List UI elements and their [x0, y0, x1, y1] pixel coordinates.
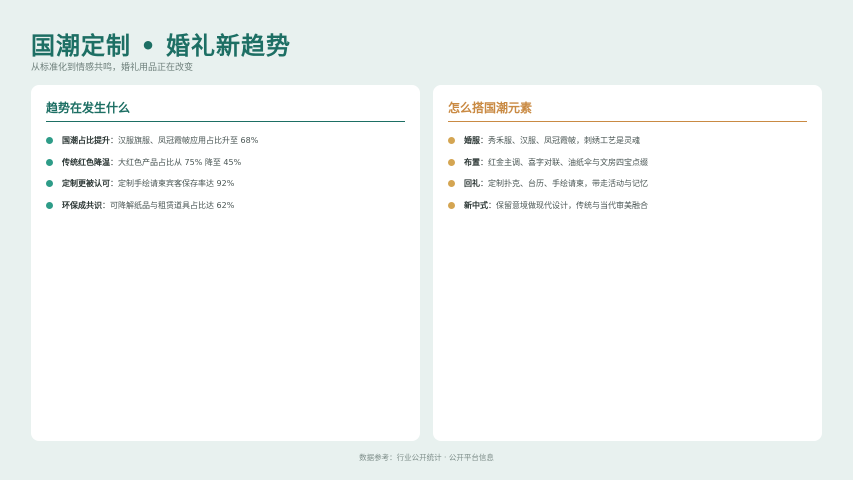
item-label: 定制更被认可: [62, 179, 110, 189]
list-item: 新中式： 保留意境做现代设计，传统与当代审美融合: [448, 195, 812, 217]
item-label: 新中式: [464, 200, 488, 210]
bullet-dot-icon: [448, 201, 455, 209]
bullet-dot-icon: [46, 158, 53, 166]
bullet-dot-icon: [448, 137, 455, 145]
elements-card-title: 怎么搭国潮元素: [448, 101, 533, 115]
item-label: 婚服: [464, 136, 480, 146]
list-item: 回礼： 定制扑克、台历、手绘请柬，带走活动与记忆: [448, 173, 812, 195]
item-text: 汉服旗服、凤冠霞帔应用占比升至 68%: [118, 136, 259, 146]
item-label: 传统红色降温: [62, 157, 110, 167]
trends-card: 趋势在发生什么 国潮占比提升： 汉服旗服、凤冠霞帔应用占比升至 68% 传统红色…: [31, 85, 420, 441]
bullet-dot-icon: [448, 158, 455, 166]
page-title: 国潮定制 • 婚礼新趋势: [31, 32, 292, 60]
source-footnote: 数据参考：行业公开统计 · 公开平台信息: [359, 453, 494, 462]
item-label: 回礼: [464, 179, 480, 189]
trends-list: 国潮占比提升： 汉服旗服、凤冠霞帔应用占比升至 68% 传统红色降温： 大红色产…: [46, 130, 410, 216]
item-text: 大红色产品占比从 75% 降至 45%: [118, 157, 242, 167]
list-item: 布置： 红金主调、喜字对联、油纸伞与文房四宝点缀: [448, 152, 812, 174]
item-label: 国潮占比提升: [62, 136, 110, 146]
list-item: 传统红色降温： 大红色产品占比从 75% 降至 45%: [46, 152, 410, 174]
bullet-dot-icon: [46, 201, 53, 209]
item-text: 红金主调、喜字对联、油纸伞与文房四宝点缀: [488, 157, 648, 167]
item-text: 定制手绘请柬宾客保存率达 92%: [118, 179, 235, 189]
item-text: 定制扑克、台历、手绘请柬，带走活动与记忆: [488, 179, 648, 189]
page-subtitle: 从标准化到情感共鸣，婚礼用品正在改变: [31, 63, 194, 73]
elements-card: 怎么搭国潮元素 婚服： 秀禾服、汉服、凤冠霞帔，刺绣工艺是灵魂 布置： 红金主调…: [433, 85, 822, 441]
list-item: 环保成共识： 可降解纸品与租赁道具占比达 62%: [46, 195, 410, 217]
list-item: 国潮占比提升： 汉服旗服、凤冠霞帔应用占比升至 68%: [46, 130, 410, 152]
elements-card-header: 怎么搭国潮元素: [448, 99, 807, 122]
trends-card-title: 趋势在发生什么: [46, 101, 131, 115]
list-item: 定制更被认可： 定制手绘请柬宾客保存率达 92%: [46, 173, 410, 195]
bullet-dot-icon: [46, 137, 53, 145]
list-item: 婚服： 秀禾服、汉服、凤冠霞帔，刺绣工艺是灵魂: [448, 130, 812, 152]
item-label: 布置: [464, 157, 480, 167]
elements-list: 婚服： 秀禾服、汉服、凤冠霞帔，刺绣工艺是灵魂 布置： 红金主调、喜字对联、油纸…: [448, 130, 812, 216]
item-text: 保留意境做现代设计，传统与当代审美融合: [496, 200, 648, 210]
trends-card-header: 趋势在发生什么: [46, 99, 405, 122]
item-text: 秀禾服、汉服、凤冠霞帔，刺绣工艺是灵魂: [488, 136, 640, 146]
bullet-dot-icon: [448, 180, 455, 188]
item-label: 环保成共识: [62, 200, 102, 210]
bullet-dot-icon: [46, 180, 53, 188]
item-text: 可降解纸品与租赁道具占比达 62%: [110, 200, 235, 210]
